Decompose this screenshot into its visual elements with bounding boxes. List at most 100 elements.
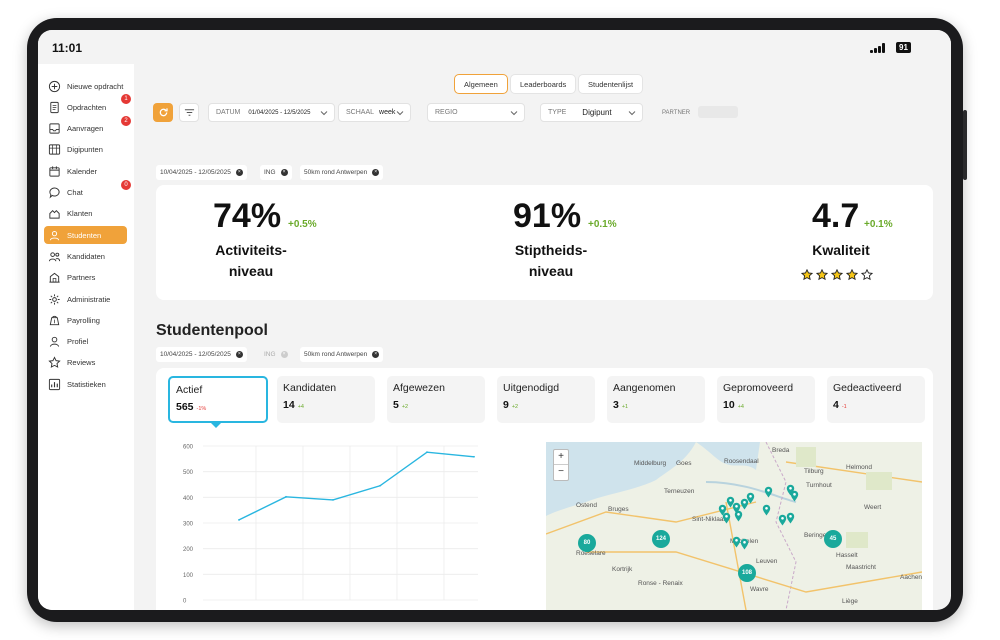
schaal-filter[interactable]: SCHAAL week — [338, 103, 411, 122]
map-pin-icon[interactable] — [734, 510, 743, 522]
map-pin-icon[interactable] — [746, 492, 755, 504]
tab-studentenlijst[interactable]: Studentenlijst — [578, 74, 644, 94]
stat-value: 3 — [613, 399, 619, 411]
filter-chip-ing[interactable]: ING × — [260, 165, 292, 180]
y-tick-label: 400 — [183, 496, 194, 502]
y-tick-label: 0 — [183, 599, 187, 605]
filter-chip-date[interactable]: 10/04/2025 - 12/05/2025 × — [156, 165, 247, 180]
stat-delta: +2 — [511, 404, 519, 410]
datum-label: DATUM — [216, 109, 241, 116]
sidebar-item-payrolling[interactable]: Payrolling — [44, 311, 127, 329]
star-filled-icon — [846, 269, 858, 281]
filter-chip-ing[interactable]: ING × — [260, 347, 292, 362]
sidebar-item-partners[interactable]: Partners — [44, 269, 127, 287]
close-icon[interactable]: × — [235, 351, 243, 358]
sidebar-item-label: Studenten — [67, 230, 102, 240]
partner-filter[interactable]: PARTNER — [658, 103, 740, 122]
schaal-value: week — [379, 109, 396, 116]
students-icon — [47, 228, 61, 242]
filter-button[interactable] — [179, 103, 199, 122]
stat-card-gepromoveerd[interactable]: Gepromoveerd 10 +4 — [717, 376, 815, 423]
map-cluster-marker[interactable]: 124 — [652, 530, 670, 548]
map-cluster-marker[interactable]: 45 — [824, 530, 842, 548]
regio-filter[interactable]: REGIO — [427, 103, 525, 122]
sidebar-item-digipunten[interactable]: Digipunten — [44, 141, 127, 159]
map-city-label: Middelburg — [634, 460, 667, 467]
zoom-out-button[interactable]: − — [554, 465, 568, 480]
tab-leaderboards[interactable]: Leaderboards — [510, 74, 577, 94]
map-pin-icon[interactable] — [722, 512, 731, 524]
type-value: Digipunt — [582, 108, 612, 117]
status-time: 11:01 — [52, 41, 83, 55]
stat-name: Kandidaten — [283, 382, 337, 394]
sidebar: Nieuwe opdracht Opdrachten 1 Aanvragen 2 Digi… — [38, 64, 134, 610]
refresh-button[interactable] — [153, 103, 173, 122]
map-pin-icon[interactable] — [786, 512, 795, 524]
stat-card-afgewezen[interactable]: Afgewezen 5 +2 — [387, 376, 485, 423]
partners-icon — [47, 271, 61, 285]
sidebar-item-studenten[interactable]: Studenten — [44, 226, 127, 245]
stat-card-kandidaten[interactable]: Kandidaten 14 +4 — [277, 376, 375, 423]
stat-name: Gepromoveerd — [723, 382, 794, 394]
plus-circle-icon — [47, 79, 61, 93]
stat-card-gedeactiveerd[interactable]: Gedeactiveerd 4 -1 — [827, 376, 925, 423]
zoom-in-button[interactable]: + — [554, 450, 568, 465]
inbox-icon — [47, 122, 61, 136]
stat-value: 565 — [176, 401, 194, 413]
sidebar-item-klanten[interactable]: Klanten — [44, 205, 127, 223]
datum-value: 01/04/2025 - 12/5/2025 — [248, 109, 311, 116]
sidebar-item-administratie[interactable]: Administratie — [44, 290, 127, 308]
sidebar-item-opdrachten[interactable]: Opdrachten 1 — [44, 94, 131, 116]
calendar-icon — [47, 164, 61, 178]
stat-value: 14 — [283, 399, 295, 411]
star-empty-icon — [861, 269, 873, 281]
stat-delta: -1% — [196, 406, 207, 412]
sidebar-item-profiel[interactable]: Profiel — [44, 333, 127, 351]
sidebar-item-label: Nieuwe opdracht — [67, 81, 124, 91]
filter-lines-icon — [184, 109, 194, 116]
stat-card-uitgenodigd[interactable]: Uitgenodigd 9 +2 — [497, 376, 595, 423]
sidebar-item-label: Aanvragen — [67, 124, 104, 134]
map-pin-icon[interactable] — [762, 504, 771, 516]
map-city-label: Aachen — [900, 574, 922, 581]
sidebar-item-statistieken[interactable]: Statistieken — [44, 375, 127, 393]
filter-chip-region[interactable]: 50km rond Antwerpen × — [300, 165, 384, 180]
document-icon — [47, 100, 61, 114]
close-icon[interactable]: × — [372, 169, 380, 176]
sidebar-item-kalender[interactable]: Kalender — [44, 162, 127, 180]
sidebar-item-kandidaten[interactable]: Kandidaten — [44, 247, 127, 265]
students-map[interactable]: + − Middelburg Goes Roosendaal Breda Tilburg… — [546, 442, 922, 610]
map-city-label: Goes — [676, 460, 692, 467]
type-filter[interactable]: TYPE Digipunt — [540, 103, 643, 122]
stat-value: 5 — [393, 399, 399, 411]
notification-badge: 0 — [121, 179, 131, 190]
stat-card-actief[interactable]: Actief 565 -1% — [168, 376, 268, 423]
stat-delta: +4 — [297, 404, 304, 410]
sidebar-item-nieuwe-opdracht[interactable]: Nieuwe opdracht — [44, 77, 127, 95]
map-pin-icon[interactable] — [740, 538, 749, 550]
stat-card-aangenomen[interactable]: Aangenomen 3 +1 — [607, 376, 705, 423]
map-zoom-control: + − — [553, 449, 569, 481]
close-icon[interactable]: × — [280, 351, 288, 358]
sidebar-item-chat[interactable]: Chat 0 — [44, 179, 131, 202]
close-icon[interactable]: × — [280, 169, 288, 176]
stat-value: 9 — [503, 399, 509, 411]
filter-chip-region[interactable]: 50km rond Antwerpen × — [300, 347, 384, 362]
map-pin-icon[interactable] — [790, 490, 799, 502]
partner-label: PARTNER — [662, 109, 691, 116]
data-point — [426, 451, 428, 454]
partner-select[interactable] — [698, 106, 738, 118]
map-cluster-marker[interactable]: 80 — [578, 534, 596, 552]
map-cluster-marker[interactable]: 108 — [738, 564, 756, 582]
star-filled-icon — [801, 269, 813, 281]
close-icon[interactable]: × — [372, 351, 380, 358]
close-icon[interactable]: × — [235, 169, 243, 176]
filter-chip-date[interactable]: 10/04/2025 - 12/05/2025 × — [156, 347, 247, 362]
datum-filter[interactable]: DATUM 01/04/2025 - 12/5/2025 — [208, 103, 335, 122]
stat-name: Afgewezen — [393, 382, 445, 394]
sidebar-item-reviews[interactable]: Reviews — [44, 354, 127, 372]
kpi-quality-value: 4.7 — [812, 197, 860, 235]
tab-algemeen[interactable]: Algemeen — [454, 74, 508, 94]
map-pin-icon[interactable] — [764, 486, 773, 498]
sidebar-item-aanvragen[interactable]: Aanvragen 2 — [44, 115, 131, 138]
